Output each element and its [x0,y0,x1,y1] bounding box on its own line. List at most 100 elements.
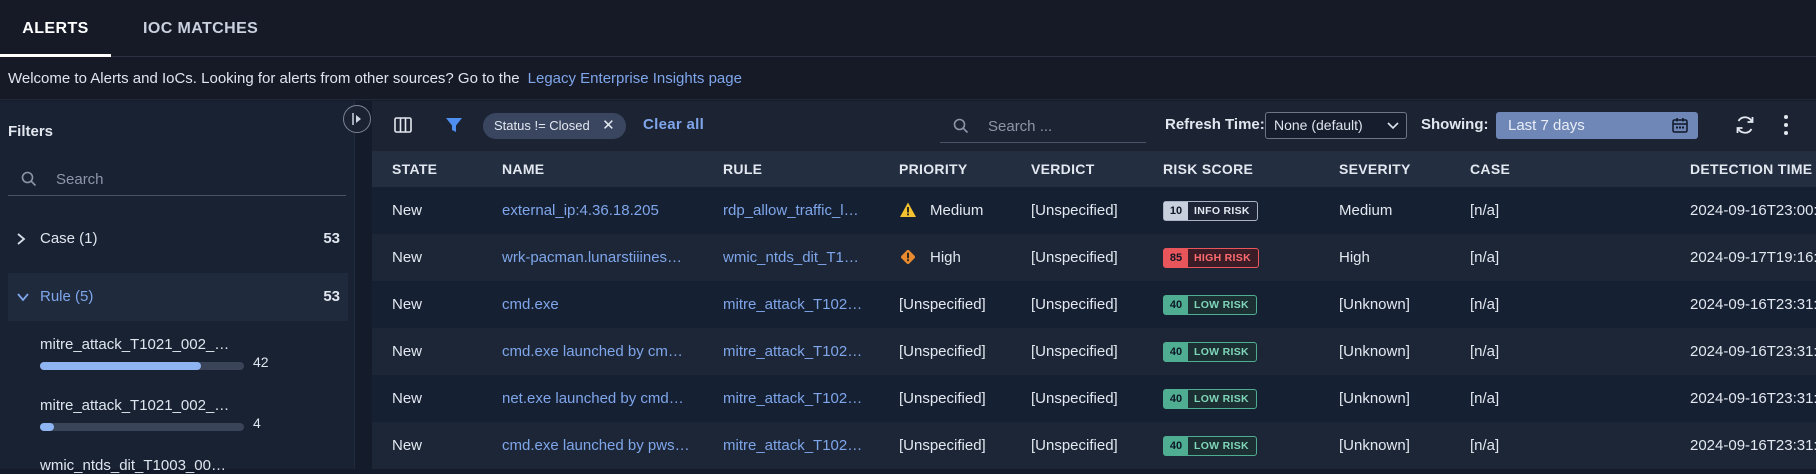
cell-severity: [Unknown] [1339,437,1410,454]
rule-filter-item[interactable]: mitre_attack_T1021_002_… 4 [40,397,340,431]
column-header-name[interactable]: NAME [502,151,544,187]
rule-filter-bar-fill [40,423,55,431]
risk-score-badge: 10 INFO RISK [1163,201,1258,221]
column-header-risk-score[interactable]: RISK SCORE [1163,151,1253,187]
table-row[interactable]: New wrk-pacman.lunarstiiines… wmic_ntds_di… [372,234,1816,281]
tab-ioc-matches[interactable]: IOC MATCHES [143,0,258,57]
cell-detection-time: 2024-09-16T23:31:… [1690,437,1816,454]
cell-verdict: [Unspecified] [1031,343,1118,360]
alert-diamond-icon [901,250,915,264]
column-header-state[interactable]: STATE [392,151,437,187]
risk-score-number: 40 [1164,343,1188,361]
risk-score-number: 85 [1164,249,1188,267]
column-header-verdict[interactable]: VERDICT [1031,151,1095,187]
cell-case: [n/a] [1470,390,1500,407]
cell-name-link[interactable]: cmd.exe launched by cm… [502,328,702,375]
cell-detection-time: 2024-09-17T19:16:… [1690,249,1816,266]
collapse-sidebar-button[interactable] [343,105,371,133]
cell-priority: [Unspecified] [899,390,986,407]
cell-name-link[interactable]: cmd.exe launched by pws… [502,422,702,469]
filter-search-input[interactable] [56,167,336,191]
risk-score-badge: 40 LOW RISK [1163,389,1257,409]
refresh-icon[interactable] [1734,114,1756,136]
table-row[interactable]: New cmd.exe mitre_attack_T102… [Unspecified… [372,281,1816,328]
clear-all-button[interactable]: Clear all [643,116,704,133]
risk-score-number: 40 [1164,296,1188,314]
filter-group-rule[interactable]: Rule (5) 53 [8,273,348,321]
rule-filter-bar [40,423,244,431]
column-header-severity[interactable]: SEVERITY [1339,151,1411,187]
more-options-icon[interactable] [1782,114,1790,136]
refresh-time-value: None (default) [1274,117,1363,133]
risk-score-badge: 40 LOW RISK [1163,342,1257,362]
cell-rule-link[interactable]: mitre_attack_T102… [723,328,873,375]
cell-verdict: [Unspecified] [1031,249,1118,266]
cell-priority: [Unspecified] [899,343,986,360]
welcome-banner: Welcome to Alerts and IoCs. Looking for … [0,57,1816,100]
search-icon [953,118,969,134]
cell-name-link[interactable]: wrk-pacman.lunarstiiines… [502,234,702,281]
risk-score-badge: 85 HIGH RISK [1163,248,1259,268]
filter-search-field[interactable] [8,163,346,196]
table-search-input[interactable] [988,115,1138,137]
table-search-field[interactable] [940,110,1146,143]
risk-level-label: LOW RISK [1194,299,1249,311]
cell-state: New [392,437,423,454]
cell-severity: Medium [1339,202,1393,219]
cell-priority: Medium [930,202,984,219]
filter-group-count: 53 [323,230,340,247]
rule-filter-name: wmic_ntds_dit_T1003_00… [40,457,226,474]
rule-filter-bar-fill [40,362,202,370]
risk-score-badge: 40 LOW RISK [1163,295,1257,315]
cell-case: [n/a] [1470,202,1500,219]
cell-verdict: [Unspecified] [1031,202,1118,219]
table-row[interactable]: New cmd.exe launched by cm… mitre_attack_T… [372,328,1816,375]
rule-filter-count: 4 [253,415,261,431]
risk-score-number: 10 [1164,202,1188,220]
filter-group-label: Rule (5) [40,288,94,305]
table-row[interactable]: New cmd.exe launched by pws… mitre_attack_… [372,422,1816,469]
risk-score-number: 40 [1164,390,1188,408]
cell-severity: [Unknown] [1339,296,1410,313]
columns-icon[interactable] [394,117,412,133]
cell-name-link[interactable]: cmd.exe [502,281,702,328]
column-header-case[interactable]: CASE [1470,151,1510,187]
filters-title: Filters [8,123,54,140]
cell-rule-link[interactable]: wmic_ntds_dit_T1… [723,234,873,281]
cell-priority: High [930,249,961,266]
column-header-detection-time[interactable]: DETECTION TIME [1690,151,1812,187]
rule-filter-item[interactable]: wmic_ntds_dit_T1003_00… [40,457,340,474]
calendar-icon [1672,118,1688,133]
chevron-right-icon [16,217,26,261]
table-row[interactable]: New external_ip:4.36.18.205 rdp_allow_traf… [372,187,1816,234]
cell-rule-link[interactable]: mitre_attack_T102… [723,422,873,469]
cell-name-link[interactable]: external_ip:4.36.18.205 [502,187,702,234]
risk-score-badge: 40 LOW RISK [1163,436,1257,456]
cell-detection-time: 2024-09-16T23:00:… [1690,202,1816,219]
rule-filter-name: mitre_attack_T1021_002_… [40,336,230,353]
rule-filter-item[interactable]: mitre_attack_T1021_002_… 42 [40,336,340,370]
cell-case: [n/a] [1470,343,1500,360]
cell-rule-link[interactable]: mitre_attack_T102… [723,375,873,422]
collapse-arrow-icon [352,113,361,125]
refresh-time-select[interactable]: None (default) [1265,112,1407,139]
column-header-rule[interactable]: RULE [723,151,762,187]
cell-severity: [Unknown] [1339,343,1410,360]
cell-rule-link[interactable]: mitre_attack_T102… [723,281,873,328]
cell-rule-link[interactable]: rdp_allow_traffic_l… [723,187,873,234]
cell-state: New [392,343,423,360]
filter-group-case[interactable]: Case (1) 53 [8,217,348,261]
cell-state: New [392,390,423,407]
column-header-priority[interactable]: PRIORITY [899,151,968,187]
table-row[interactable]: New net.exe launched by cmd… mitre_attack_… [372,375,1816,422]
cell-name-link[interactable]: net.exe launched by cmd… [502,375,702,422]
alerts-main-panel: Status != Closed ✕ Clear all Refresh Tim… [372,101,1816,469]
tab-alerts[interactable]: ALERTS [0,0,111,57]
date-range-picker[interactable]: Last 7 days [1496,112,1698,139]
filter-icon[interactable] [445,116,463,134]
chevron-down-icon [1387,113,1399,138]
close-icon[interactable]: ✕ [602,113,615,139]
cell-severity: High [1339,249,1370,266]
legacy-insights-link[interactable]: Legacy Enterprise Insights page [528,70,742,87]
cell-state: New [392,296,423,313]
